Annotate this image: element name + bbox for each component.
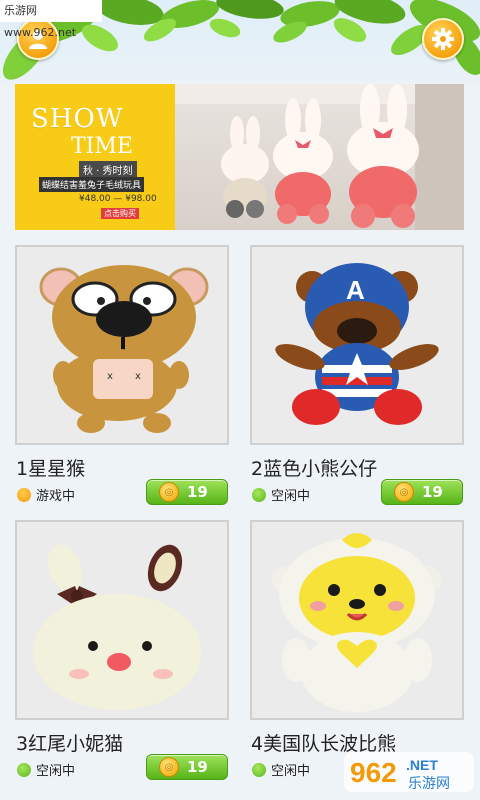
- 962-logo: 962 .NET 乐游网: [344, 752, 474, 792]
- play-cost: 19: [422, 483, 443, 501]
- machine-name-1: 1星星猴: [16, 458, 86, 480]
- machine-card-1[interactable]: x x: [15, 245, 229, 445]
- status-label: 空闲中: [36, 764, 76, 779]
- machine-status-3: 空闲中: [17, 760, 75, 779]
- settings-button[interactable]: [422, 18, 464, 60]
- banner-cta[interactable]: 点击购买: [101, 208, 139, 219]
- machine-card-3[interactable]: [15, 520, 229, 720]
- banner-photo: [175, 84, 464, 230]
- watermark-logo: 962 .NET 乐游网: [342, 748, 476, 796]
- svg-text:x: x: [107, 371, 113, 382]
- machine-card-4[interactable]: [250, 520, 464, 720]
- machine-card-2[interactable]: A: [250, 245, 464, 445]
- svg-text:.NET: .NET: [406, 757, 438, 773]
- monkey-plush-image: x x: [39, 265, 209, 433]
- yellow-bear-plush-image: [272, 533, 442, 712]
- gear-icon: [432, 28, 454, 50]
- play-cost: 19: [187, 758, 208, 776]
- play-button-2[interactable]: ◎ 19: [381, 479, 463, 505]
- status-dot-icon: [17, 487, 31, 502]
- captain-bear-plush-image: A: [275, 263, 439, 425]
- play-cost: 19: [187, 483, 208, 501]
- status-label: 空闲中: [271, 764, 311, 779]
- play-button-1[interactable]: ◎ 19: [146, 479, 228, 505]
- machine-status-2: 空闲中: [252, 485, 310, 504]
- play-button-3[interactable]: ◎ 19: [146, 754, 228, 780]
- banner-price: ¥48.00 — ¥98.00: [79, 194, 157, 204]
- svg-text:乐游网: 乐游网: [408, 776, 450, 792]
- banner-tag: 秋 · 秀时刻: [79, 161, 137, 178]
- watermark-top: 乐游网 www.962.net: [0, 0, 102, 39]
- coin-icon: ◎: [394, 482, 414, 502]
- bunny-plush-image: [33, 544, 201, 710]
- svg-text:x: x: [135, 371, 141, 382]
- machine-name-2: 2蓝色小熊公仔: [251, 458, 378, 480]
- machine-status-4: 空闲中: [252, 760, 310, 779]
- svg-text:962: 962: [350, 757, 397, 788]
- banner-subtitle: 蝴蝶结害羞兔子毛绒玩具: [39, 177, 145, 192]
- banner-text-panel: SHOW TIME 秋 · 秀时刻 蝴蝶结害羞兔子毛绒玩具 ¥48.00 — ¥…: [15, 84, 175, 230]
- status-dot-icon: [17, 762, 31, 777]
- status-label: 空闲中: [271, 489, 311, 504]
- status-dot-icon: [252, 762, 266, 777]
- svg-text:A: A: [346, 275, 365, 305]
- banner-title: SHOW: [31, 104, 124, 134]
- bunny-plush-image: [175, 84, 464, 230]
- machine-status-1: 游戏中: [17, 485, 75, 504]
- machine-name-3: 3红尾小妮猫: [16, 733, 124, 755]
- status-label: 游戏中: [36, 489, 76, 504]
- coin-icon: ◎: [159, 757, 179, 777]
- promo-banner[interactable]: SHOW TIME 秋 · 秀时刻 蝴蝶结害羞兔子毛绒玩具 ¥48.00 — ¥…: [15, 84, 464, 230]
- status-dot-icon: [252, 487, 266, 502]
- banner-title-2: TIME: [71, 134, 133, 159]
- coin-icon: ◎: [159, 482, 179, 502]
